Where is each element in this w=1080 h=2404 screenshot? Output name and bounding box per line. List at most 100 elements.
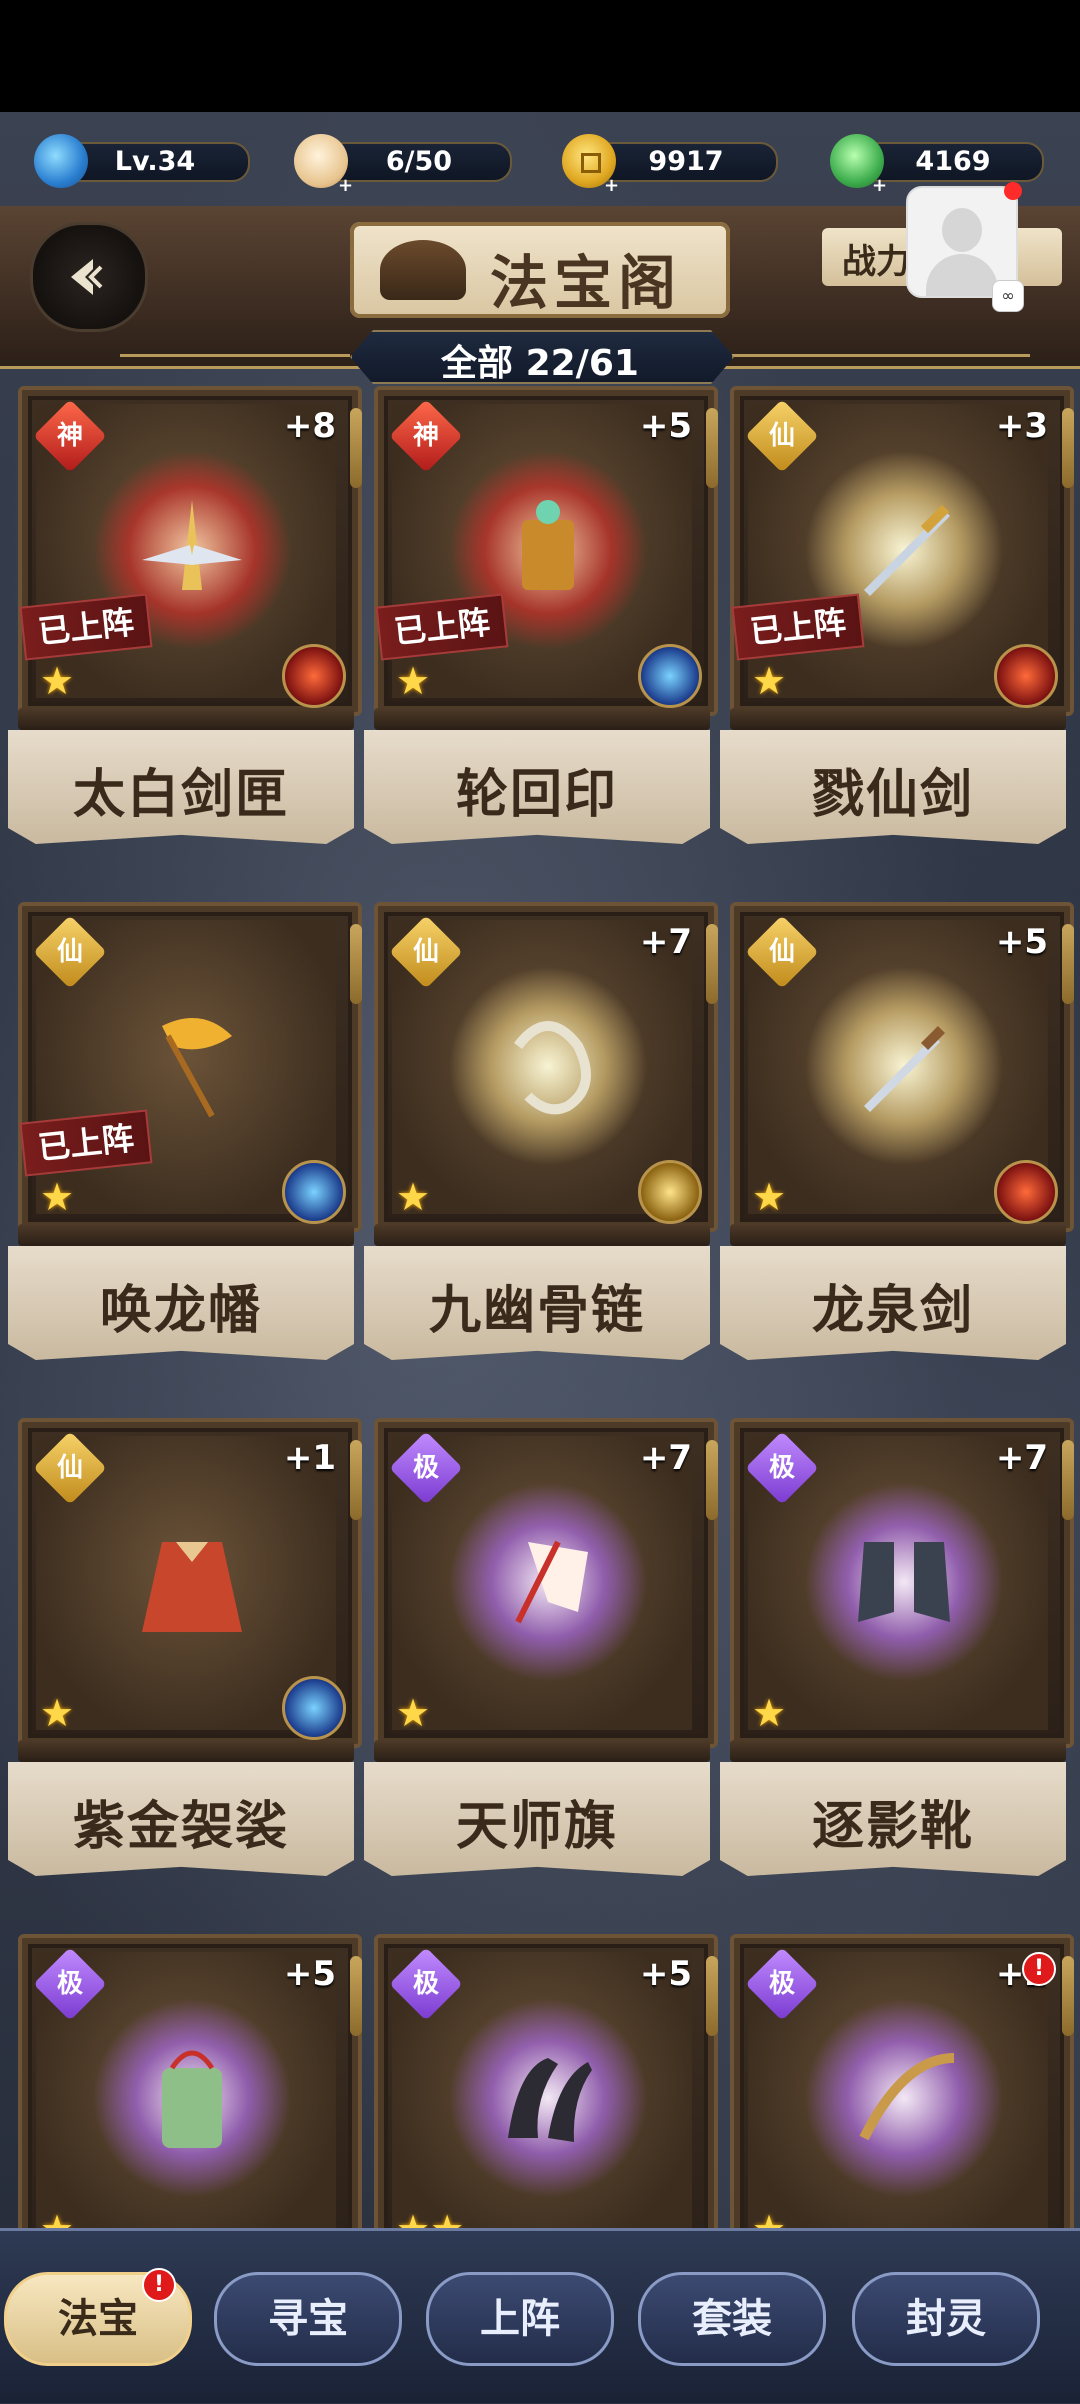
treasure-art — [859, 2053, 955, 2141]
treasure-art — [864, 1025, 946, 1112]
treasure-card[interactable]: 仙已上阵 ★ 唤龙幡 — [8, 902, 364, 1372]
tab-deploy-label: 上阵 — [480, 2295, 560, 2342]
treasure-image — [844, 1522, 964, 1642]
tassel-decoration — [350, 408, 362, 488]
grade-text: 极 — [412, 1969, 439, 1999]
card-shelf — [374, 708, 710, 730]
star-rating: ★ — [40, 1175, 75, 1219]
spirit-orb-icon[interactable] — [994, 1160, 1058, 1224]
treasure-art — [142, 1542, 242, 1632]
power-label: 战力 — [842, 242, 910, 282]
add-jade-icon[interactable]: + — [872, 177, 888, 195]
enhance-level: +5 — [995, 922, 1048, 962]
grade-badge: 极 — [33, 1947, 107, 2021]
tab-set-label: 套装 — [692, 2295, 772, 2342]
tab-set[interactable]: 套装 — [638, 2272, 826, 2366]
treasure-art — [508, 2058, 592, 2142]
tab-deploy[interactable]: 上阵 — [426, 2272, 614, 2366]
grade-text: 极 — [768, 1453, 795, 1483]
treasure-name: 逐影靴 — [811, 1796, 974, 1857]
spirit-orb-icon[interactable] — [638, 644, 702, 708]
treasure-name: 轮回印 — [455, 764, 618, 825]
grade-badge: 极 — [745, 1947, 819, 2021]
spirit-orb-icon[interactable] — [282, 644, 346, 708]
grade-text: 仙 — [56, 1453, 83, 1483]
card-shelf — [374, 1224, 710, 1246]
treasure-art — [864, 504, 950, 596]
treasure-card[interactable]: 仙 +5 ★ 龙泉剑 — [720, 902, 1076, 1372]
avatar-head-shape — [942, 208, 982, 252]
grade-text: 仙 — [56, 937, 83, 967]
grade-text: 极 — [412, 1453, 439, 1483]
level-orb-icon — [34, 134, 88, 188]
card-frame: 极+5★ — [18, 1934, 362, 2264]
stamina-display[interactable]: 6/50 — [326, 142, 512, 182]
enhance-level: +5 — [283, 1954, 336, 1994]
coins-display[interactable]: 9917 — [594, 142, 778, 182]
treasure-card[interactable]: 仙 +1 ★ 紫金袈裟 — [8, 1418, 364, 1888]
treasure-name: 紫金袈裟 — [72, 1796, 289, 1857]
card-frame: 极 +7 ★ — [374, 1418, 718, 1748]
status-bar-area — [0, 0, 1080, 112]
spirit-orb-icon[interactable] — [638, 1160, 702, 1224]
treasure-image — [132, 1522, 252, 1642]
card-frame: 仙已上阵 ★ — [18, 902, 362, 1232]
grade-badge: 极 — [389, 1947, 463, 2021]
grade-text: 仙 — [412, 937, 439, 967]
back-arrow-icon — [71, 259, 103, 295]
treasure-image — [132, 1006, 252, 1126]
treasure-image — [488, 1522, 608, 1642]
card-shelf — [18, 708, 354, 730]
treasure-art — [858, 1542, 950, 1622]
level-value: Lv.34 — [114, 146, 196, 177]
star-rating: ★ — [40, 659, 75, 703]
treasure-name: 龙泉剑 — [811, 1280, 974, 1341]
add-stamina-icon[interactable]: + — [338, 177, 354, 195]
grade-badge: 极 — [745, 1431, 819, 1505]
spirit-orb-icon[interactable] — [282, 1676, 346, 1740]
spirit-orb-icon[interactable] — [994, 644, 1058, 708]
treasure-card[interactable]: 神 +8 已上阵 ★ 太白剑匣 — [8, 386, 364, 856]
card-frame: 神 +8 已上阵 ★ — [18, 386, 362, 716]
chat-badge-icon[interactable]: ∞ — [992, 280, 1024, 312]
grade-badge: 神 — [389, 399, 463, 473]
treasure-image — [132, 490, 252, 610]
divider-right — [730, 354, 1030, 357]
treasure-name: 九幽骨链 — [428, 1280, 645, 1341]
add-coins-icon[interactable]: + — [604, 177, 620, 195]
notification-dot — [1004, 182, 1022, 200]
card-frame: 仙 +3 已上阵 ★ — [730, 386, 1074, 716]
star-rating: ★ — [396, 659, 431, 703]
treasure-card[interactable]: 极 +7 ★ 天师旗 — [364, 1418, 720, 1888]
tab-search-label: 寻宝 — [268, 2295, 348, 2342]
tassel-decoration — [350, 1440, 362, 1520]
jade-display[interactable]: 4169 — [862, 142, 1044, 182]
treasure-card[interactable]: 仙 +7 ★ 九幽骨链 — [364, 902, 720, 1372]
star-rating: ★ — [752, 659, 787, 703]
treasure-name: 天师旗 — [455, 1796, 618, 1857]
treasure-card[interactable]: 仙 +3 已上阵 ★ 戮仙剑 — [720, 386, 1076, 856]
card-frame: 仙 +1 ★ — [18, 1418, 362, 1748]
star-rating: ★ — [752, 1691, 787, 1735]
tassel-decoration — [706, 408, 718, 488]
treasure-art — [142, 500, 242, 590]
enhance-level: +1 — [283, 1438, 336, 1478]
tab-search-treasure[interactable]: 寻宝 — [214, 2272, 402, 2366]
coins-value: 9917 — [648, 146, 724, 177]
upgrade-alert-badge: ! — [1022, 1952, 1056, 1986]
enhance-level: +7 — [995, 1438, 1048, 1478]
treasure-name: 戮仙剑 — [811, 764, 974, 825]
stamina-value: 6/50 — [385, 146, 453, 177]
treasure-image — [844, 2038, 964, 2158]
treasure-art — [162, 1018, 232, 1118]
treasure-card[interactable]: 神 +5 已上阵 ★ 轮回印 — [364, 386, 720, 856]
tab-seal-spirit[interactable]: 封灵 — [852, 2272, 1040, 2366]
collection-count[interactable]: 全部 22/61 — [350, 334, 730, 386]
spirit-orb-icon[interactable] — [282, 1160, 346, 1224]
back-button[interactable] — [30, 222, 148, 332]
card-frame: 仙 +7 ★ — [374, 902, 718, 1232]
tassel-decoration — [706, 924, 718, 1004]
tassel-decoration — [350, 924, 362, 1004]
treasure-card[interactable]: 极 +7 ★ 逐影靴 — [720, 1418, 1076, 1888]
tassel-decoration — [1062, 1440, 1074, 1520]
